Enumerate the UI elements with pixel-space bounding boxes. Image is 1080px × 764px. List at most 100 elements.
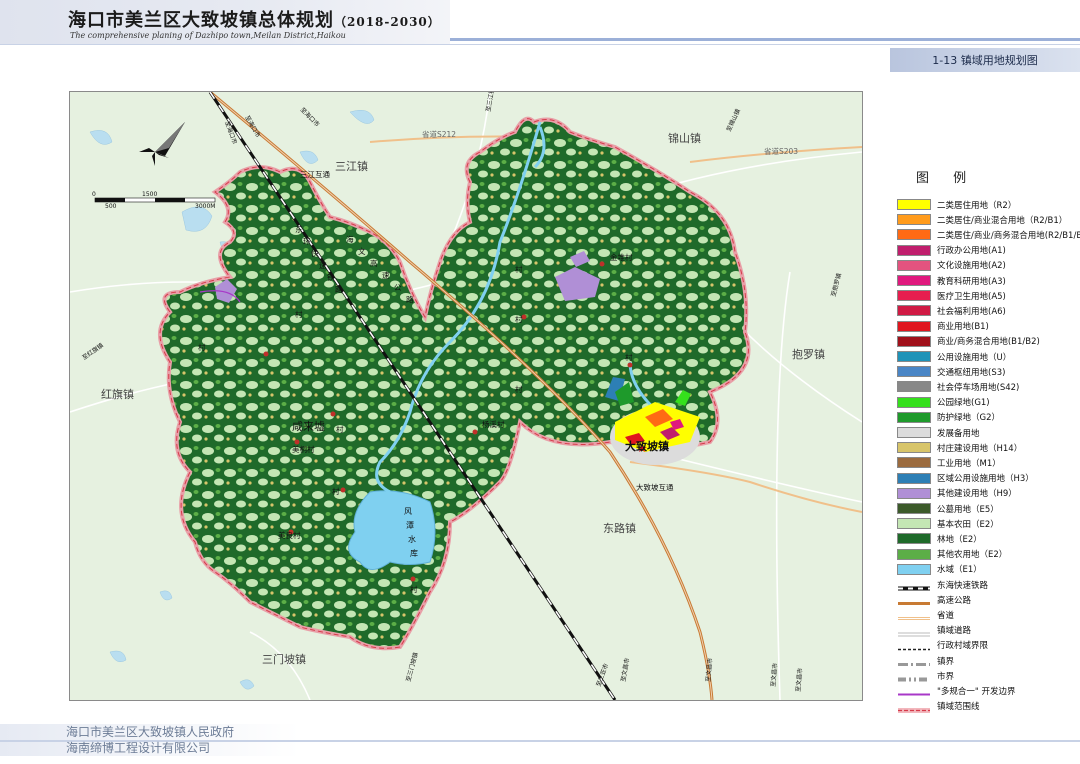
- legend-item: 社会福利用地(A6): [897, 304, 1006, 317]
- legend-label: 村庄建设用地（H14）: [937, 443, 1023, 454]
- label-sanjiang: 三江镇: [335, 159, 368, 173]
- legend-item: 区域公用设施用地（H3）: [897, 472, 1034, 485]
- legend-item: 镇域范围线: [897, 700, 980, 713]
- label-s203: 省道S203: [764, 146, 798, 156]
- legend-item: 交通枢纽用地(S3): [897, 365, 1005, 378]
- legend-label: 防护绿地（G2）: [937, 413, 1000, 424]
- legend-label: 医疗卫生用地(A5): [937, 291, 1006, 302]
- legend-label: 发展备用地: [937, 428, 980, 439]
- legend-label: 二类居住/商业/商务混合用地(R2/B1/B2): [937, 230, 1080, 241]
- svg-text:海: 海: [346, 234, 354, 244]
- svg-text:文: 文: [358, 246, 366, 256]
- legend-swatch: [897, 518, 931, 530]
- legend-label: 基本农田（E2）: [937, 519, 999, 530]
- legend-label: 高速公路: [937, 595, 972, 606]
- legend-label: 镇界: [937, 656, 955, 667]
- legend-label: 二类居住用地（R2）: [937, 200, 1017, 211]
- legend-label: 社会福利用地(A6): [937, 306, 1006, 317]
- legend-item: 水域（E1）: [897, 563, 982, 576]
- legend-item: 二类居住/商业/商务混合用地(R2/B1/B2): [897, 228, 1080, 241]
- plan-subtitle: The comprehensive planing of Dazhipo tow…: [70, 31, 346, 40]
- legend-swatch: [897, 351, 931, 362]
- map-frame[interactable]: 0 1500 500 3000M 锦山镇 三江镇 抱罗镇 红旗镇 东路镇 三门坡…: [69, 91, 863, 701]
- label-jinshan: 锦山镇: [668, 131, 701, 145]
- svg-text:库: 库: [410, 548, 418, 558]
- legend-title: 图 例: [916, 171, 977, 186]
- legend-item: 镇域道路: [897, 624, 971, 637]
- legend-swatch: [897, 548, 931, 560]
- village-label: 美桐村: [292, 444, 315, 454]
- legend-item: 公墓用地（E5）: [897, 502, 999, 515]
- svg-text:路: 路: [406, 294, 414, 304]
- label-dazhipo: 大致坡镇: [625, 439, 669, 453]
- village-label: 村: [336, 424, 344, 434]
- legend-label: 交通枢纽用地(S3): [937, 367, 1006, 378]
- legend-item: 基本农田（E2）: [897, 517, 999, 530]
- legend-item: 二类居住用地（R2）: [897, 198, 1016, 211]
- legend-label: 东海快速铁路: [937, 580, 989, 591]
- legend-label: 文化设施用地(A2): [937, 261, 1006, 272]
- header-rule-thin: [0, 44, 1080, 45]
- legend-swatch: [897, 259, 931, 271]
- plan-title: 海口市美兰区大致坡镇总体规划（2018-2030）: [68, 10, 441, 31]
- legend-line-sample: [897, 625, 931, 637]
- village-label: 村: [515, 264, 523, 274]
- scale-label-3000: 3000M: [195, 203, 215, 210]
- legend-label: 行政村域界限: [937, 641, 989, 652]
- scale-label-0: 0: [92, 191, 96, 198]
- legend-label: "多规合一" 开发边界: [937, 686, 1016, 697]
- legend-item: 社会停车场用地(S42): [897, 380, 1019, 393]
- legend-label: 行政办公用地(A1): [937, 246, 1006, 257]
- svg-text:环: 环: [303, 237, 311, 246]
- legend-swatch: [897, 381, 931, 393]
- legend-label: 公园绿地(G1): [937, 398, 990, 409]
- svg-text:东: 东: [295, 224, 303, 234]
- legend-item: 省道: [897, 608, 954, 621]
- legend-swatch: [897, 199, 931, 210]
- legend-swatch: [897, 457, 931, 469]
- legend-swatch: [897, 411, 931, 423]
- footer-government: 海口市美兰区大致坡镇人民政府: [66, 725, 235, 739]
- legend-item: 高速公路: [897, 593, 971, 606]
- legend-label: 市界: [937, 671, 955, 682]
- legend-label: 公用设施用地（U）: [937, 352, 1012, 363]
- legend-label: 工业用地（M1）: [937, 458, 1001, 469]
- legend-label: 教育科研用地(A3): [937, 276, 1006, 287]
- scale-label-1500: 1500: [142, 191, 157, 198]
- legend-item: 行政办公用地(A1): [897, 244, 1006, 257]
- legend-label: 镇域道路: [937, 626, 972, 637]
- svg-text:潭: 潭: [406, 521, 414, 530]
- village-label: 村: [332, 486, 340, 496]
- scale-label-500: 500: [105, 203, 117, 210]
- land-use-map[interactable]: 0 1500 500 3000M 锦山镇 三江镇 抱罗镇 红旗镇 东路镇 三门坡…: [70, 92, 862, 700]
- legend-line-sample: [897, 655, 931, 666]
- legend-item: 文化设施用地(A2): [897, 259, 1006, 272]
- legend-item: 公园绿地(G1): [897, 396, 990, 409]
- label-s212: 省道S212: [422, 129, 456, 139]
- legend-item: 镇界: [897, 654, 954, 667]
- legend-swatch: [897, 442, 931, 454]
- legend-label: 区域公用设施用地（H3）: [937, 474, 1034, 485]
- legend-label: 二类居住/商业混合用地（R2/B1）: [937, 215, 1068, 226]
- legend-item: 市界: [897, 669, 954, 682]
- village-label: 村: [625, 352, 633, 362]
- svg-text:水: 水: [408, 534, 416, 544]
- village-label: 村: [410, 584, 418, 594]
- legend-swatch: [897, 487, 931, 499]
- village-label: 金堆村: [610, 252, 633, 262]
- legend-swatch: [897, 427, 931, 438]
- village-label: 杨溪村: [482, 419, 505, 429]
- legend-swatch: [897, 320, 931, 332]
- legend-swatch: [897, 335, 931, 347]
- legend-swatch: [897, 214, 931, 226]
- svg-text:速: 速: [319, 261, 327, 270]
- legend-item: 其他农用地（E2）: [897, 548, 1007, 561]
- legend-line-sample: [897, 579, 931, 591]
- legend-item: 其他建设用地（H9）: [897, 487, 1017, 500]
- label-baoluo: 抱罗镇: [792, 347, 825, 361]
- legend-item: 防护绿地（G2）: [897, 411, 1000, 424]
- plan-years: （2018-2030）: [334, 15, 441, 29]
- fengtan-reservoir: [348, 490, 436, 570]
- legend-label: 其他农用地（E2）: [937, 550, 1008, 561]
- svg-text:快: 快: [311, 248, 319, 258]
